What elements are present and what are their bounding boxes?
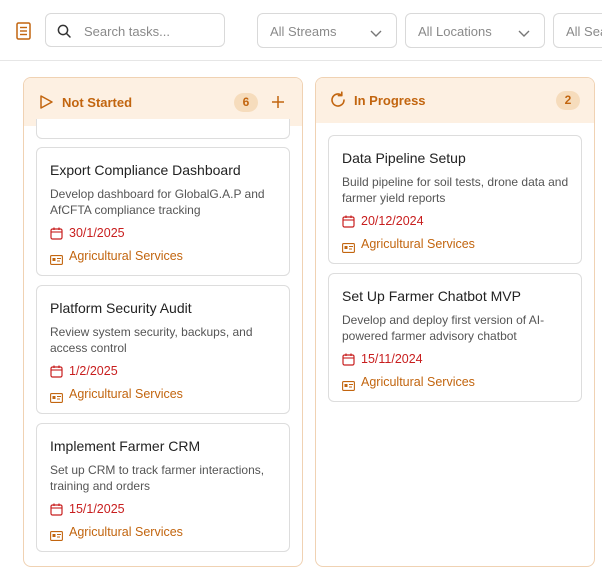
- search-box: [45, 13, 225, 47]
- due-date: 30/1/2025: [69, 226, 125, 240]
- due-date: 20/12/2024: [361, 214, 424, 228]
- task-count-badge: 6: [234, 93, 258, 112]
- plus-icon[interactable]: [269, 93, 287, 111]
- task-description: Set up CRM to track farmer interactions,…: [50, 463, 265, 493]
- task-card[interactable]: Set Up Farmer Chatbot MVP Develop and de…: [328, 273, 582, 402]
- toolbar: All Streams All Locations All Sea: [0, 0, 602, 61]
- due-date: 1/2/2025: [69, 364, 118, 378]
- task-description: Develop dashboard for GlobalG.A.P and Af…: [50, 187, 265, 217]
- column-header: In Progress 2: [316, 78, 594, 123]
- chevron-down-icon: [370, 26, 382, 38]
- column-title: Not Started: [62, 95, 133, 110]
- id-card-icon: [50, 390, 63, 403]
- calendar-icon: [342, 215, 355, 228]
- calendar-icon: [50, 503, 63, 516]
- stream-tag: Agricultural Services: [361, 375, 475, 389]
- calendar-icon: [342, 353, 355, 366]
- task-title: Data Pipeline Setup: [342, 150, 466, 166]
- refresh-icon: [329, 91, 347, 109]
- task-description: Build pipeline for soil tests, drone dat…: [342, 175, 569, 205]
- due-date: 15/1/2025: [69, 502, 125, 516]
- stream-tag: Agricultural Services: [361, 237, 475, 251]
- streams-filter-value: All Streams: [270, 24, 337, 39]
- task-count-badge: 2: [556, 91, 580, 110]
- column-in-progress: In Progress 2 Data Pipeline Setup Build …: [315, 77, 595, 567]
- search-input[interactable]: [84, 21, 214, 41]
- column-not-started: Not Started 6 Export Compliance Dashboar…: [23, 77, 303, 567]
- chevron-down-icon: [518, 26, 530, 38]
- task-card[interactable]: Data Pipeline Setup Build pipeline for s…: [328, 135, 582, 264]
- search-icon: [56, 23, 72, 39]
- task-title: Platform Security Audit: [50, 300, 192, 316]
- calendar-icon: [50, 365, 63, 378]
- task-description: Review system security, backups, and acc…: [50, 325, 253, 355]
- stream-tag: Agricultural Services: [69, 249, 183, 263]
- task-title: Implement Farmer CRM: [50, 438, 201, 454]
- seasons-filter-select[interactable]: All Sea: [553, 13, 602, 48]
- stream-tag: Agricultural Services: [69, 525, 183, 539]
- column-title: In Progress: [354, 93, 426, 108]
- task-title: Set Up Farmer Chatbot MVP: [342, 288, 521, 304]
- locations-filter-select[interactable]: All Locations: [405, 13, 545, 48]
- locations-filter-value: All Locations: [418, 24, 492, 39]
- id-card-icon: [50, 528, 63, 541]
- task-card[interactable]: Export Compliance Dashboard Develop dash…: [36, 147, 290, 276]
- stream-tag: Agricultural Services: [69, 387, 183, 401]
- play-outline-icon: [37, 93, 55, 111]
- task-card-partial[interactable]: [36, 119, 290, 139]
- due-date: 15/11/2024: [361, 352, 423, 366]
- seasons-filter-value: All Sea: [566, 24, 602, 39]
- id-card-icon: [342, 240, 355, 253]
- task-title: Export Compliance Dashboard: [50, 162, 241, 178]
- id-card-icon: [342, 378, 355, 391]
- task-card[interactable]: Platform Security Audit Review system se…: [36, 285, 290, 414]
- calendar-icon: [50, 227, 63, 240]
- id-card-icon: [50, 252, 63, 265]
- document-icon[interactable]: [15, 21, 33, 41]
- streams-filter-select[interactable]: All Streams: [257, 13, 397, 48]
- task-card[interactable]: Implement Farmer CRM Set up CRM to track…: [36, 423, 290, 552]
- task-description: Develop and deploy first version of AI-p…: [342, 313, 545, 343]
